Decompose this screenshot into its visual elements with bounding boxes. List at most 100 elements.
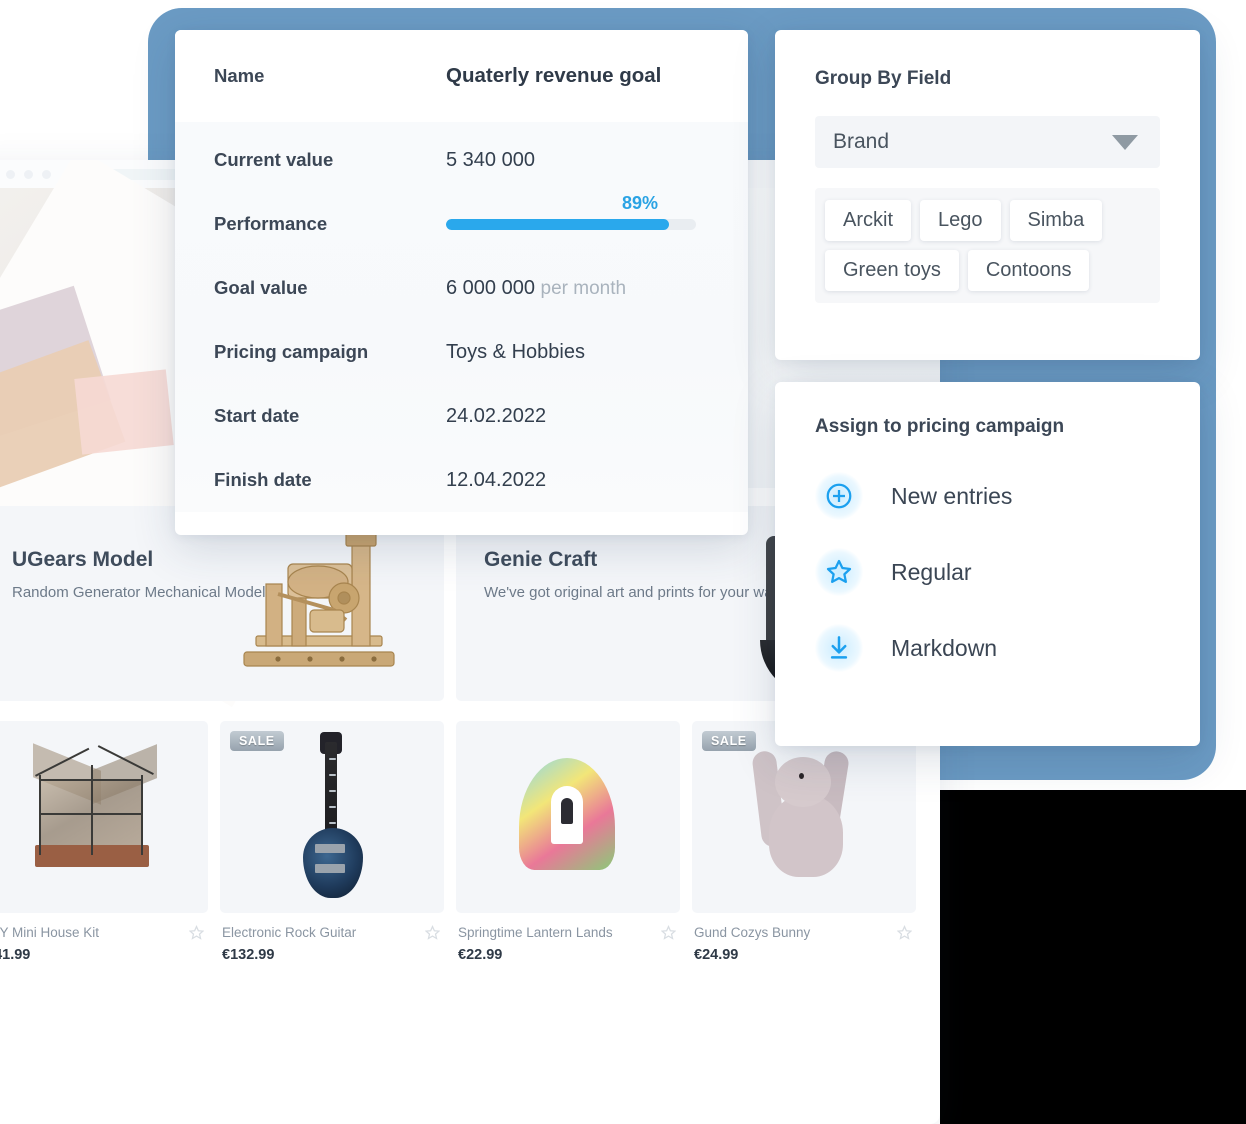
product-price: €22.99 (458, 947, 503, 963)
guitar-pickup-lower (315, 864, 345, 873)
goal-row-performance: Performance 89% (175, 192, 748, 256)
rock-guitar-art (289, 732, 375, 902)
product-card[interactable]: DIY Mini House Kit €41.99 (0, 721, 208, 963)
goal-row-start-date: Start date 24.02.2022 (175, 384, 748, 448)
field-value: 12.04.2022 (446, 468, 547, 491)
field-label: Performance (214, 213, 328, 234)
ugears-model-image (226, 524, 426, 689)
window-close-dot[interactable] (6, 169, 15, 179)
favorite-star-icon[interactable] (661, 925, 676, 940)
product-grid: DIY Mini House Kit €41.99 SALE (0, 715, 940, 963)
goal-row-pricing-campaign: Pricing campaign Toys & Hobbies (175, 320, 748, 384)
bunny-eye (799, 773, 804, 779)
field-label: Pricing campaign (214, 341, 369, 362)
product-price: €24.99 (694, 947, 739, 963)
assign-option-regular[interactable]: Regular (815, 548, 1160, 596)
mini-house-kit-art (31, 743, 161, 877)
product-meta: Electronic Rock Guitar €132.99 (220, 913, 444, 963)
favorite-star-icon[interactable] (897, 925, 912, 940)
field-value: 24.02.2022 (446, 404, 547, 427)
field-label: Start date (214, 405, 300, 426)
product-name: Springtime Lantern Lands (458, 925, 613, 940)
goal-name-value: Quaterly revenue goal (446, 64, 662, 87)
product-price: €132.99 (222, 947, 275, 963)
product-card[interactable]: SALE Electronic Rock Guitar €132.99 (220, 721, 444, 963)
goal-value-suffix: per month (540, 277, 627, 299)
brand-chip[interactable]: Simba (1009, 200, 1103, 241)
product-name: Electronic Rock Guitar (222, 925, 357, 940)
window-minimize-dot[interactable] (24, 169, 33, 179)
group-by-title: Group By Field (815, 68, 952, 89)
window-maximize-dot[interactable] (42, 169, 51, 179)
assign-panel-title: Assign to pricing campaign (815, 416, 1065, 437)
assign-pricing-campaign-panel: Assign to pricing campaign New entries R… (775, 382, 1200, 746)
goal-row-goal-value: Goal value 6 000 000 per month (175, 256, 748, 320)
performance-percent: 89% (621, 192, 658, 213)
performance-fill (446, 218, 669, 230)
product-price: €41.99 (0, 947, 31, 963)
circle-plus-icon (815, 472, 863, 520)
product-card[interactable]: Springtime Lantern Lands €22.99 (456, 721, 680, 963)
bunny-head (775, 757, 831, 807)
promo-card-ugears[interactable]: UGears Model Random Generator Mechanical… (0, 506, 444, 701)
cozys-bunny-art (745, 747, 863, 887)
springtime-lantern-art (513, 752, 623, 882)
guitar-fret (329, 822, 336, 824)
performance-track (446, 218, 696, 230)
chevron-down-icon[interactable] (1112, 134, 1138, 150)
sale-badge: SALE (230, 731, 284, 751)
bunny-body (769, 795, 843, 877)
brand-chip[interactable]: Contoons (967, 250, 1090, 291)
favorite-star-icon[interactable] (425, 925, 440, 940)
group-by-select[interactable]: Brand (815, 116, 1160, 168)
product-name: DIY Mini House Kit (0, 925, 100, 940)
product-image (456, 721, 680, 913)
product-image: SALE (220, 721, 444, 913)
product-meta: Gund Cozys Bunny €24.99 (692, 913, 916, 963)
product-name: Gund Cozys Bunny (694, 925, 811, 940)
brand-chip[interactable]: Green toys (825, 250, 959, 291)
lantern-figure (561, 798, 573, 824)
guitar-fret (329, 790, 336, 792)
download-icon (815, 624, 863, 672)
screenshot-root: The new commute Keep your car in top sha… (0, 0, 1246, 1124)
black-backdrop-plate (940, 790, 1246, 1124)
goal-name-label: Name (214, 65, 265, 86)
assign-option-new-entries[interactable]: New entries (815, 472, 1160, 520)
hero-photo (0, 160, 439, 708)
assign-options-list: New entries Regular Markdown (815, 472, 1160, 672)
brand-chip-list: Arckit Lego Simba Green toys Contoons (815, 188, 1160, 303)
product-image (0, 721, 208, 913)
product-image: SALE (692, 721, 916, 913)
assign-option-markdown[interactable]: Markdown (815, 624, 1160, 672)
product-meta: Springtime Lantern Lands €22.99 (456, 913, 680, 963)
goal-row-finish-date: Finish date 12.04.2022 (175, 448, 748, 512)
brand-chip[interactable]: Arckit (825, 200, 911, 241)
guitar-fret (329, 774, 336, 776)
assign-option-label: Markdown (891, 634, 998, 661)
field-label: Current value (214, 149, 334, 170)
goal-name-row: Name Quaterly revenue goal (175, 30, 748, 122)
field-label: Finish date (214, 469, 312, 490)
performance-meter: 89% (446, 193, 696, 230)
assign-option-label: Regular (891, 558, 972, 585)
hero-photo-paper-3 (74, 369, 174, 455)
goal-detail-panel: Name Quaterly revenue goal Current value… (175, 30, 748, 535)
group-by-selected-value: Brand (833, 130, 890, 153)
house-frame-lines (31, 745, 161, 877)
star-icon (815, 548, 863, 596)
favorite-star-icon[interactable] (189, 925, 204, 940)
product-card[interactable]: SALE Gund Cozys Bunny €24.99 (692, 721, 916, 963)
field-value: Toys & Hobbies (446, 340, 585, 363)
field-value: 6 000 000 per month (446, 277, 626, 300)
guitar-body (303, 828, 363, 898)
product-meta: DIY Mini House Kit €41.99 (0, 913, 208, 963)
goal-value-number: 6 000 000 (446, 276, 535, 299)
goal-row-current-value: Current value 5 340 000 (175, 128, 748, 192)
assign-option-label: New entries (891, 482, 1013, 509)
field-value: 5 340 000 (446, 148, 535, 171)
guitar-fret (329, 758, 336, 760)
guitar-pickup-upper (315, 844, 345, 853)
goal-fields: Current value 5 340 000 Performance 89% … (175, 122, 748, 512)
brand-chip[interactable]: Lego (920, 200, 1001, 241)
